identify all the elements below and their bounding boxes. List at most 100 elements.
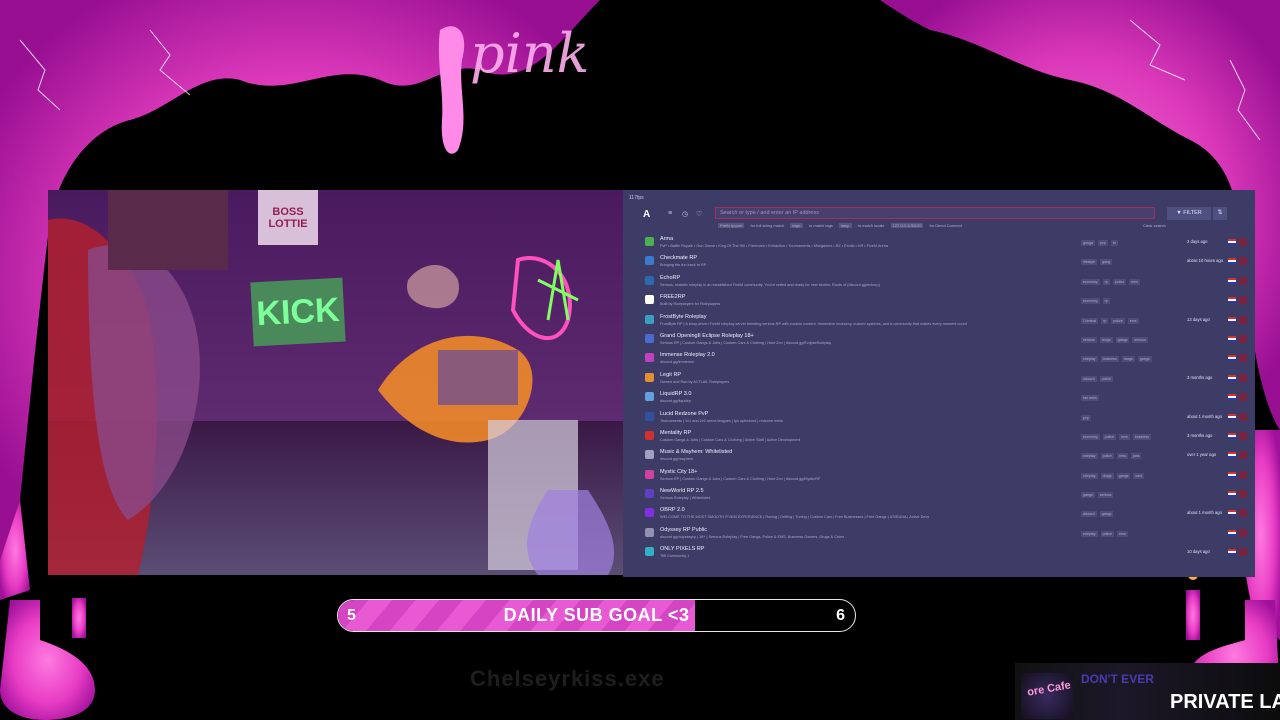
server-row[interactable]: Odyssey RP Public discord.gg/odysseyrp | … (641, 525, 1255, 544)
clear-search-button[interactable]: Clear search (1143, 223, 1166, 228)
server-tag[interactable]: police (1112, 278, 1127, 285)
server-last-seen: 10 days ago (1187, 549, 1210, 555)
server-tag[interactable]: ems (1116, 530, 1128, 537)
server-icon (645, 333, 654, 343)
server-tag[interactable]: serious (1081, 336, 1097, 343)
app-logo-icon[interactable]: A (643, 209, 650, 220)
server-tag[interactable]: lifestyle (1081, 259, 1097, 266)
server-name: Lucid Redzone PvP (660, 410, 709, 417)
server-tag[interactable]: gangs (1081, 492, 1095, 499)
server-tag[interactable]: serious (1097, 492, 1114, 499)
favorite-toggle-icon[interactable] (1239, 451, 1247, 460)
server-tag[interactable]: police (1099, 375, 1113, 382)
favorite-toggle-icon[interactable] (1239, 354, 1247, 363)
server-tag[interactable]: business (1100, 356, 1119, 363)
server-row[interactable]: Lucid Redzone PvP Tournaments | 1v1 and 2… (641, 409, 1255, 428)
favorite-toggle-icon[interactable] (1239, 257, 1247, 266)
server-tag[interactable]: ems (1127, 317, 1139, 324)
sort-button[interactable]: ⇅ (1213, 207, 1227, 220)
server-tag[interactable]: police (1100, 530, 1114, 537)
server-tags: roleplay police ems (1081, 530, 1128, 537)
favorite-toggle-icon[interactable] (1239, 548, 1247, 557)
server-row[interactable]: Mentality RP Custom Gangs & Jobs | Custom… (641, 428, 1255, 447)
favorite-toggle-icon[interactable] (1239, 238, 1247, 246)
server-tag[interactable]: drugs (1100, 472, 1114, 479)
server-row[interactable]: Arma PvP • Battle Royale • Gun Game • Kin… (641, 234, 1255, 253)
server-tag[interactable]: ems (1129, 278, 1140, 285)
server-tag[interactable]: economy (1081, 433, 1100, 440)
server-row[interactable]: Grand OpeningII Eclipse Roleplay 18+ Seri… (641, 331, 1255, 350)
flag-icon (1228, 413, 1236, 420)
server-tag[interactable]: roleplay (1081, 530, 1098, 537)
favorite-toggle-icon[interactable] (1239, 276, 1247, 285)
server-tag[interactable]: rp (1102, 298, 1110, 305)
server-tag[interactable]: economy (1081, 278, 1100, 285)
server-icon (645, 508, 654, 518)
favorites-icon[interactable]: ♡ (696, 210, 702, 218)
server-tag[interactable]: ems (1118, 433, 1130, 440)
history-icon[interactable]: ◷ (682, 210, 688, 218)
server-tag[interactable]: police (1111, 317, 1125, 324)
favorite-toggle-icon[interactable] (1239, 373, 1247, 382)
server-row[interactable]: NewWorld RP 2.5 Serious Roleplay | Whitel… (641, 486, 1255, 505)
server-tag[interactable]: drugs (1099, 336, 1113, 343)
server-tag[interactable]: pvp (1098, 240, 1108, 246)
server-tag[interactable]: economy (1081, 298, 1100, 305)
server-icon (645, 547, 654, 557)
server-last-seen: 3 months ago (1187, 432, 1213, 438)
server-tag[interactable]: Criminal (1081, 317, 1099, 324)
filter-button[interactable]: ▼ FILTER (1167, 207, 1211, 220)
favorite-toggle-icon[interactable] (1239, 431, 1247, 440)
server-tag[interactable]: rp (1101, 317, 1109, 324)
server-tag[interactable]: roleplay (1081, 472, 1098, 479)
favorite-toggle-icon[interactable] (1239, 412, 1247, 421)
server-tag[interactable]: discord (1081, 511, 1097, 518)
server-name: EchoRP (660, 274, 681, 281)
server-row[interactable]: ONLY PIXELS RP Tiffi Community 1 10 days a… (641, 544, 1255, 563)
server-row[interactable]: Immense Roleplay 2.0 discord.gg/immense ro… (641, 350, 1255, 369)
server-tag[interactable]: gangs (1099, 511, 1114, 518)
server-tag[interactable]: jobs (1130, 453, 1142, 460)
favorite-toggle-icon[interactable] (1239, 334, 1247, 343)
server-tag[interactable]: business (1132, 433, 1151, 440)
search-input[interactable]: Search or type / and enter an IP address (715, 207, 1155, 219)
server-tag[interactable]: gang (1099, 259, 1112, 266)
server-tag[interactable]: ems (1116, 453, 1128, 460)
favorite-toggle-icon[interactable] (1239, 470, 1247, 479)
promo-badge: ore Cafe (1021, 673, 1073, 719)
server-tags: economy rp police ems (1081, 278, 1140, 285)
server-tag[interactable]: gunga (1081, 240, 1095, 246)
favorite-toggle-icon[interactable] (1239, 315, 1247, 324)
server-tag[interactable]: gangs (1115, 336, 1130, 343)
server-row[interactable]: Music & Mayhem: Whitelisted discord.gg/ma… (641, 447, 1255, 466)
server-tag[interactable]: police (1102, 433, 1116, 440)
server-row[interactable]: FrostByte Roleplay FrostByte RP | A story… (641, 312, 1255, 331)
server-tag[interactable]: cars (1133, 472, 1145, 479)
favorite-toggle-icon[interactable] (1239, 296, 1247, 305)
server-row[interactable]: FREE2RP Built by Roleplayers for Roleplay… (641, 292, 1255, 311)
server-tag[interactable]: police (1100, 453, 1114, 460)
server-tag[interactable]: br (1110, 240, 1118, 246)
server-tag[interactable]: roleplay (1081, 356, 1098, 363)
server-row[interactable]: OBRP 2.0 WELCOME TO THE MOST SMOOTH FIVEM… (641, 505, 1255, 524)
server-tag[interactable]: fair rules (1081, 395, 1099, 402)
server-tag[interactable]: discord (1081, 375, 1097, 382)
favorite-toggle-icon[interactable] (1239, 528, 1247, 537)
server-tag[interactable]: drugs (1121, 356, 1135, 363)
favorite-toggle-icon[interactable] (1239, 393, 1247, 402)
server-list: Arma PvP • Battle Royale • Gun Game • Kin… (641, 234, 1255, 564)
server-tag[interactable]: gangs (1137, 356, 1152, 363)
server-row[interactable]: EchoRP Serious, realistic roleplay in an … (641, 273, 1255, 292)
server-row[interactable]: Mystic City 18+ Serious RP | Custom Gangs… (641, 467, 1255, 486)
server-row[interactable]: Checkmate RP Bringing the fun back to RP l… (641, 253, 1255, 272)
menu-icon[interactable]: ≡ (668, 210, 672, 217)
favorite-toggle-icon[interactable] (1239, 509, 1247, 518)
server-tag[interactable]: serious (1132, 336, 1148, 343)
server-tag[interactable]: rp (1102, 278, 1110, 285)
server-tag[interactable]: pvp (1081, 414, 1091, 421)
server-row[interactable]: Legit RP Owned and Ran by ACTUAL Roleplay… (641, 370, 1255, 389)
favorite-toggle-icon[interactable] (1239, 490, 1247, 499)
server-tag[interactable]: roleplay (1081, 453, 1098, 460)
server-tag[interactable]: gangs (1116, 472, 1131, 479)
server-row[interactable]: LiquidRP 3.0 discord.gg/liquidrp fair rule… (641, 389, 1255, 408)
